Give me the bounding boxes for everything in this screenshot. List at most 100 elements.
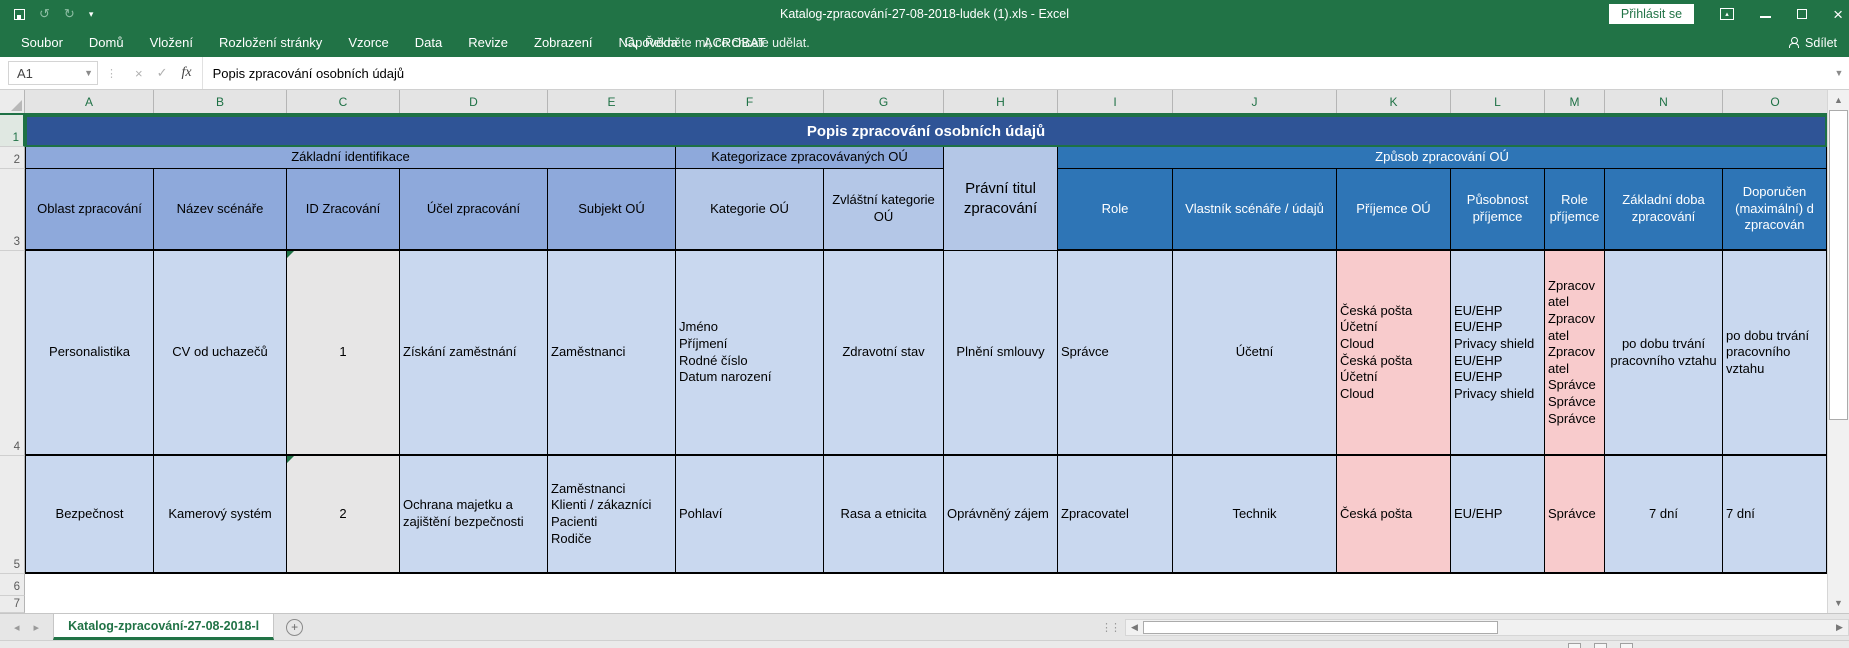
- cell-K5[interactable]: Česká pošta: [1337, 456, 1451, 574]
- cell-M4[interactable]: Zpracovatel Zpracovatel Zpracovatel Sprá…: [1545, 251, 1605, 456]
- header-vlastnik-scenare[interactable]: Vlastník scénáře / údajů: [1173, 169, 1337, 251]
- col-letter-I[interactable]: I: [1058, 90, 1173, 113]
- view-page-layout-icon[interactable]: [1594, 643, 1607, 648]
- ribbon-tab-rozlozeni-stranky[interactable]: Rozložení stránky: [206, 28, 335, 57]
- section-kategorizace-ou[interactable]: Kategorizace zpracovávaných OÚ: [676, 147, 944, 169]
- cell-A5[interactable]: Bezpečnost: [25, 456, 154, 574]
- cell-I4[interactable]: Správce: [1058, 251, 1173, 456]
- cell-A1-title[interactable]: Popis zpracování osobních údajů: [25, 115, 1827, 147]
- header-role-prijemce[interactable]: Role příjemce: [1545, 169, 1605, 251]
- tell-me-search[interactable]: Řekněte mi, co chcete udělat.: [625, 28, 810, 57]
- vertical-scroll-thumb[interactable]: [1829, 110, 1848, 420]
- header-pusobnost-prijemce[interactable]: Působnost příjemce: [1451, 169, 1545, 251]
- horizontal-scroll-thumb[interactable]: [1143, 621, 1498, 634]
- header-zakladni-doba[interactable]: Základní doba zpracování: [1605, 169, 1723, 251]
- cell-N4[interactable]: po dobu trvání pracovního vztahu: [1605, 251, 1723, 456]
- row-number-6[interactable]: 6: [0, 574, 25, 596]
- cell-J4[interactable]: Účetní: [1173, 251, 1337, 456]
- cell-C5[interactable]: 2: [287, 456, 400, 574]
- section-zakladni-identifikace[interactable]: Základní identifikace: [25, 147, 676, 169]
- cell-L4[interactable]: EU/EHP EU/EHP Privacy shield EU/EHP EU/E…: [1451, 251, 1545, 456]
- cell-O4[interactable]: po dobu trvání pracovního vztahu: [1723, 251, 1827, 456]
- cell-G4[interactable]: Zdravotní stav: [824, 251, 944, 456]
- header-subjekt-ou[interactable]: Subjekt OÚ: [548, 169, 676, 251]
- row-number-5[interactable]: 5: [0, 456, 25, 574]
- save-icon[interactable]: [14, 9, 25, 20]
- header-role[interactable]: Role: [1058, 169, 1173, 251]
- cell-F4[interactable]: Jméno Příjmení Rodné číslo Datum narozen…: [676, 251, 824, 456]
- cell-H5[interactable]: Oprávněný zájem: [944, 456, 1058, 574]
- cell-B5[interactable]: Kamerový systém: [154, 456, 287, 574]
- sign-in-button[interactable]: Přihlásit se: [1609, 4, 1694, 24]
- row-number-7[interactable]: 7: [0, 596, 25, 613]
- select-all-button[interactable]: [0, 90, 25, 113]
- scroll-right-icon[interactable]: ▶: [1831, 620, 1848, 635]
- scroll-up-icon[interactable]: ▲: [1828, 90, 1849, 110]
- cell-E4[interactable]: Zaměstnanci: [548, 251, 676, 456]
- row-number-2[interactable]: 2: [0, 147, 25, 169]
- prev-sheet-icon[interactable]: ◂: [14, 621, 20, 634]
- view-page-break-icon[interactable]: [1620, 643, 1633, 648]
- header-kategorie-ou[interactable]: Kategorie OÚ: [676, 169, 824, 251]
- col-letter-J[interactable]: J: [1173, 90, 1337, 113]
- cell-H4[interactable]: Plnění smlouvy: [944, 251, 1058, 456]
- row-number-1[interactable]: 1: [0, 115, 25, 147]
- col-letter-H[interactable]: H: [944, 90, 1058, 113]
- ribbon-display-options-icon[interactable]: ▴: [1720, 8, 1734, 20]
- customize-qat-icon[interactable]: ▾: [89, 9, 94, 20]
- col-letter-K[interactable]: K: [1337, 90, 1451, 113]
- tab-scroll-divider[interactable]: ⋮⋮: [1101, 614, 1125, 640]
- horizontal-scroll-track[interactable]: [1498, 620, 1831, 635]
- formula-input[interactable]: Popis zpracování osobních údajů: [203, 57, 1829, 89]
- col-letter-C[interactable]: C: [287, 90, 400, 113]
- close-icon[interactable]: ×: [1833, 6, 1843, 23]
- cell-K4[interactable]: Česká pošta Účetní Cloud Česká pošta Úče…: [1337, 251, 1451, 456]
- header-zvlastni-kategorie-ou[interactable]: Zvláštní kategorie OÚ: [824, 169, 944, 251]
- next-sheet-icon[interactable]: ▸: [34, 621, 40, 634]
- col-letter-N[interactable]: N: [1605, 90, 1723, 113]
- name-box-dropdown-icon[interactable]: ▼: [84, 68, 93, 78]
- col-letter-A[interactable]: A: [25, 90, 154, 113]
- col-letter-L[interactable]: L: [1451, 90, 1545, 113]
- header-prijemce-ou[interactable]: Příjemce OÚ: [1337, 169, 1451, 251]
- col-letter-E[interactable]: E: [548, 90, 676, 113]
- col-letter-B[interactable]: B: [154, 90, 287, 113]
- header-ucel-zpracovani[interactable]: Účel zpracování: [400, 169, 548, 251]
- undo-icon[interactable]: ↺: [39, 6, 50, 22]
- col-letter-G[interactable]: G: [824, 90, 944, 113]
- cell-L5[interactable]: EU/EHP: [1451, 456, 1545, 574]
- cell-E5[interactable]: Zaměstnanci Klienti / zákazníci Pacienti…: [548, 456, 676, 574]
- scroll-down-icon[interactable]: ▼: [1828, 593, 1849, 613]
- vertical-scroll-track[interactable]: [1828, 420, 1849, 593]
- view-normal-icon[interactable]: [1568, 643, 1581, 648]
- row-number-4[interactable]: 4: [0, 251, 25, 456]
- enter-icon[interactable]: ✓: [157, 65, 168, 81]
- section-pravni-titul[interactable]: Právní titul zpracování: [944, 147, 1058, 251]
- row-number-3[interactable]: 3: [0, 169, 25, 251]
- vertical-scrollbar[interactable]: ▲ ▼: [1827, 90, 1849, 613]
- maximize-icon[interactable]: [1797, 9, 1807, 19]
- cell-D5[interactable]: Ochrana majetku a zajištění bezpečnosti: [400, 456, 548, 574]
- scroll-left-icon[interactable]: ◀: [1126, 620, 1143, 635]
- ribbon-tab-vlozeni[interactable]: Vložení: [137, 28, 206, 57]
- insert-function-icon[interactable]: fx: [182, 65, 192, 81]
- cell-J5[interactable]: Technik: [1173, 456, 1337, 574]
- header-oblast-zpracovani[interactable]: Oblast zpracování: [25, 169, 154, 251]
- cell-G5[interactable]: Rasa a etnicita: [824, 456, 944, 574]
- ribbon-tab-revize[interactable]: Revize: [455, 28, 521, 57]
- cell-M5[interactable]: Správce: [1545, 456, 1605, 574]
- add-sheet-icon[interactable]: +: [286, 619, 303, 636]
- cell-F5[interactable]: Pohlaví: [676, 456, 824, 574]
- formula-bar-expand-icon[interactable]: ▼: [1829, 57, 1849, 89]
- header-id-zracovani[interactable]: ID Zracování: [287, 169, 400, 251]
- ribbon-tab-zobrazeni[interactable]: Zobrazení: [521, 28, 606, 57]
- name-box[interactable]: A1 ▼: [8, 61, 98, 85]
- header-doporucena-doba[interactable]: Doporučen (maximální) d zpracován: [1723, 169, 1827, 251]
- section-zpusob-zpracovani[interactable]: Způsob zpracování OÚ: [1058, 147, 1827, 169]
- minimize-icon[interactable]: [1760, 16, 1771, 18]
- col-letter-M[interactable]: M: [1545, 90, 1605, 113]
- cell-B4[interactable]: CV od uchazečů: [154, 251, 287, 456]
- horizontal-scrollbar[interactable]: ◀ ▶: [1125, 619, 1849, 636]
- cell-C4[interactable]: 1: [287, 251, 400, 456]
- cell-O5[interactable]: 7 dní: [1723, 456, 1827, 574]
